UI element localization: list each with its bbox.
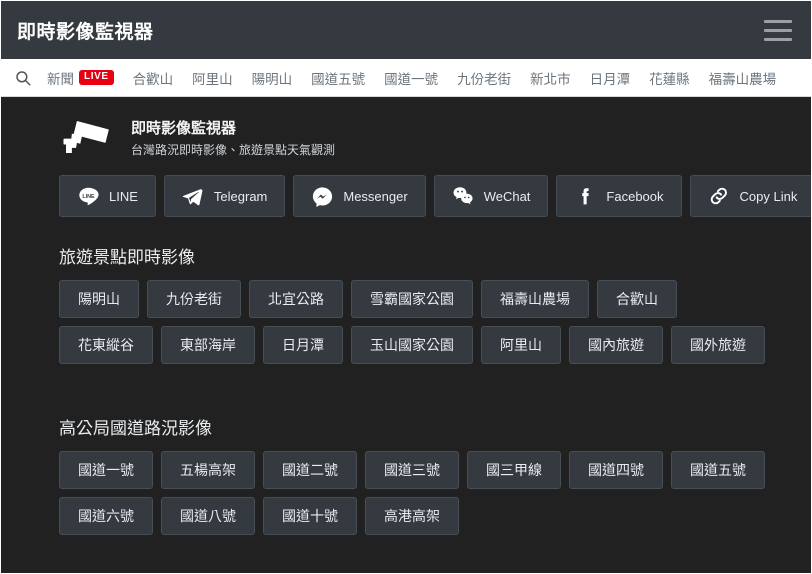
search-icon[interactable] <box>13 68 33 88</box>
chip-row: 國道一號 五楊高架 國道二號 國道三號 國三甲線 國道四號 國道五號 國道六號 … <box>59 451 771 535</box>
chip-east-coast[interactable]: 東部海岸 <box>161 326 255 364</box>
chip-freeway-6[interactable]: 國道六號 <box>59 497 153 535</box>
hamburger-bar-1 <box>764 19 792 23</box>
share-button-label: WeChat <box>483 188 531 204</box>
chip-domestic-travel[interactable]: 國內旅遊 <box>569 326 663 364</box>
chip-hehuanshan[interactable]: 合歡山 <box>597 280 677 318</box>
share-button-row: LINE LINE Telegram Messenger WeChat Face… <box>59 175 811 217</box>
section-title: 高公局國道路況影像 <box>59 419 212 438</box>
content-container: 即時影像監視器 台灣路況即時影像、旅遊景點天氣觀測 LINE LINE Tele… <box>1 115 811 535</box>
cctv-camera-icon <box>59 115 115 159</box>
nav-item-news[interactable]: 新聞 LIVE <box>47 68 114 88</box>
share-facebook-button[interactable]: Facebook <box>556 175 682 217</box>
section-title: 旅遊景點即時影像 <box>59 248 195 267</box>
nav-item-alishan[interactable]: 阿里山 <box>192 68 233 88</box>
share-messenger-button[interactable]: Messenger <box>293 175 426 217</box>
chip-yushan-park[interactable]: 玉山國家公園 <box>351 326 473 364</box>
chip-huadong-valley[interactable]: 花東縱谷 <box>59 326 153 364</box>
share-telegram-button[interactable]: Telegram <box>163 175 286 217</box>
facebook-icon <box>574 185 596 207</box>
chip-yangmingshan[interactable]: 陽明山 <box>59 280 139 318</box>
hamburger-bar-3 <box>764 37 792 41</box>
chip-freeway-5[interactable]: 國道五號 <box>671 451 765 489</box>
messenger-icon <box>311 185 333 207</box>
chip-freeway-2[interactable]: 國道二號 <box>263 451 357 489</box>
nav-item-jiufen[interactable]: 九份老街 <box>457 68 511 88</box>
main-content: 即時影像監視器 台灣路況即時影像、旅遊景點天氣觀測 LINE LINE Tele… <box>1 97 811 535</box>
nav-item-sun-moon-lake[interactable]: 日月潭 <box>590 68 631 88</box>
section-tourist-cameras: 旅遊景點即時影像 陽明山 九份老街 北宜公路 雪霸國家公園 福壽山農場 合歡山 … <box>59 243 771 364</box>
line-icon: LINE <box>77 185 99 207</box>
chip-gaogang-viaduct[interactable]: 高港高架 <box>365 497 459 535</box>
chip-freeway-3a[interactable]: 國三甲線 <box>467 451 561 489</box>
chip-jiufen[interactable]: 九份老街 <box>147 280 241 318</box>
chip-wuyang-viaduct[interactable]: 五楊高架 <box>161 451 255 489</box>
hamburger-icon[interactable] <box>761 15 795 45</box>
share-button-label: Messenger <box>343 188 408 204</box>
share-copy-link-button[interactable]: Copy Link <box>689 175 811 217</box>
chip-beiyi-road[interactable]: 北宜公路 <box>249 280 343 318</box>
app-header: 即時影像監視器 <box>1 1 811 59</box>
hamburger-bar-2 <box>764 28 792 32</box>
category-navbar: 新聞 LIVE 合歡山 阿里山 陽明山 國道五號 國道一號 九份老街 新北市 日… <box>1 59 811 97</box>
share-button-label: LINE <box>109 188 138 204</box>
chip-fushoushan-farm[interactable]: 福壽山農場 <box>481 280 589 318</box>
chip-freeway-8[interactable]: 國道八號 <box>161 497 255 535</box>
share-wechat-button[interactable]: WeChat <box>433 175 549 217</box>
brand-subtitle: 台灣路況即時影像、旅遊景點天氣觀測 <box>131 142 336 157</box>
telegram-icon <box>182 185 204 207</box>
nav-item-hehuanshan[interactable]: 合歡山 <box>133 68 174 88</box>
share-button-label: Telegram <box>213 188 268 204</box>
chip-freeway-3[interactable]: 國道三號 <box>365 451 459 489</box>
share-button-label: Copy Link <box>739 188 798 204</box>
page-root: 即時影像監視器 新聞 LIVE 合歡山 阿里山 陽明山 國道五號 國道一號 九份… <box>0 0 812 574</box>
chip-alishan[interactable]: 阿里山 <box>481 326 561 364</box>
chip-freeway-4[interactable]: 國道四號 <box>569 451 663 489</box>
nav-item-label: 新聞 <box>47 71 74 87</box>
share-line-button[interactable]: LINE LINE <box>59 175 156 217</box>
share-button-label: Facebook <box>606 188 664 204</box>
brand-title: 即時影像監視器 <box>131 119 237 137</box>
link-icon <box>708 185 730 207</box>
page-title: 即時影像監視器 <box>17 21 154 43</box>
nav-item-freeway-5[interactable]: 國道五號 <box>311 68 365 88</box>
chip-overseas-travel[interactable]: 國外旅遊 <box>671 326 765 364</box>
brand-text: 即時影像監視器 台灣路況即時影像、旅遊景點天氣觀測 <box>131 117 335 158</box>
svg-text:LINE: LINE <box>82 193 95 199</box>
nav-item-fushoushan[interactable]: 福壽山農場 <box>709 68 777 88</box>
nav-item-hualien[interactable]: 花蓮縣 <box>649 68 690 88</box>
chip-freeway-1[interactable]: 國道一號 <box>59 451 153 489</box>
nav-item-yangmingshan[interactable]: 陽明山 <box>252 68 293 88</box>
section-freeway-cameras: 高公局國道路況影像 國道一號 五楊高架 國道二號 國道三號 國三甲線 國道四號 … <box>59 414 771 535</box>
nav-item-new-taipei[interactable]: 新北市 <box>530 68 571 88</box>
brand-block: 即時影像監視器 台灣路況即時影像、旅遊景點天氣觀測 <box>59 115 771 159</box>
chip-shei-pa-park[interactable]: 雪霸國家公園 <box>351 280 473 318</box>
nav-item-freeway-1[interactable]: 國道一號 <box>384 68 438 88</box>
live-badge: LIVE <box>79 70 114 85</box>
chip-row: 陽明山 九份老街 北宜公路 雪霸國家公園 福壽山農場 合歡山 花東縱谷 東部海岸… <box>59 280 771 364</box>
chip-sun-moon-lake[interactable]: 日月潭 <box>263 326 343 364</box>
chip-freeway-10[interactable]: 國道十號 <box>263 497 357 535</box>
wechat-icon <box>452 185 474 207</box>
